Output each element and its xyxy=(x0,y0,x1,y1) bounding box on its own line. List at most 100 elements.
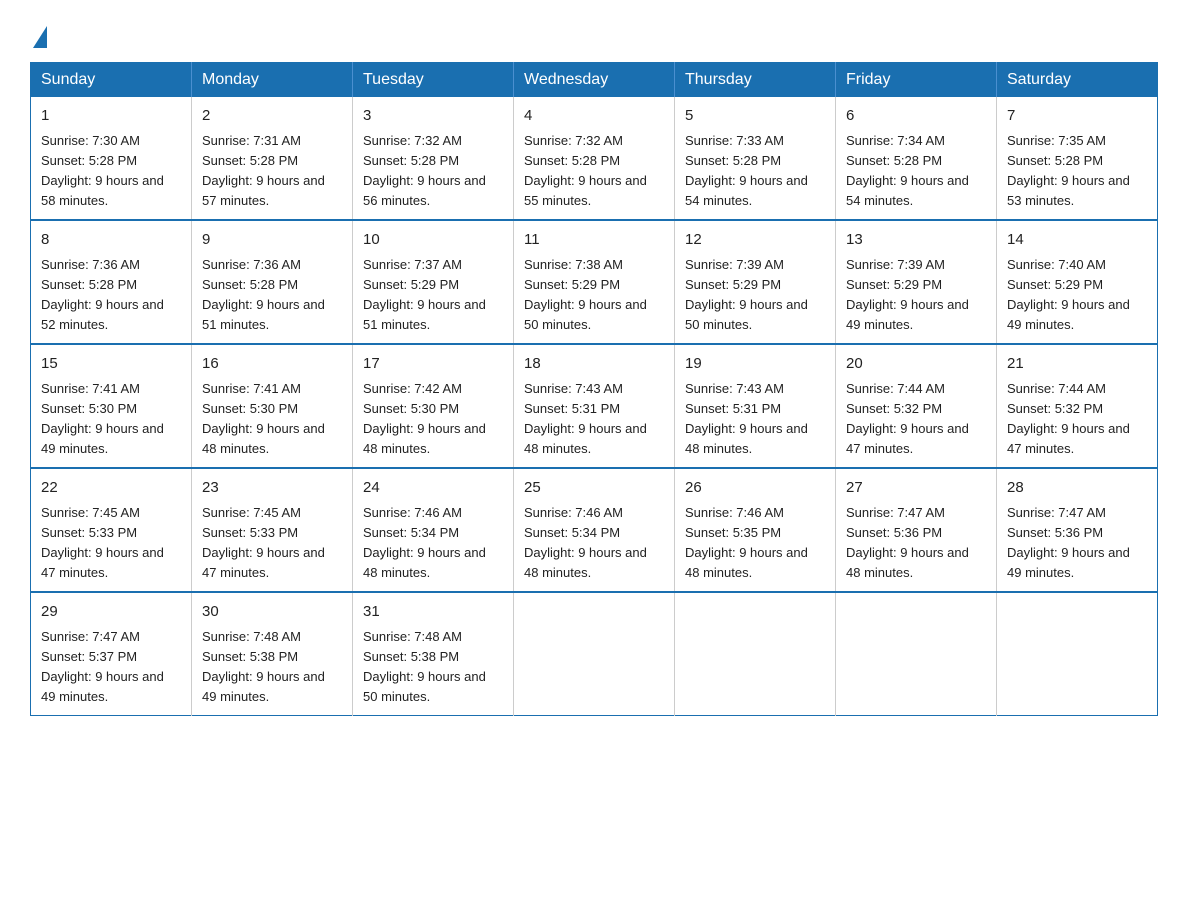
calendar-week-row: 8 Sunrise: 7:36 AMSunset: 5:28 PMDayligh… xyxy=(31,220,1158,344)
day-number: 29 xyxy=(41,601,181,624)
calendar-day-cell: 15 Sunrise: 7:41 AMSunset: 5:30 PMDaylig… xyxy=(31,344,192,468)
day-number: 14 xyxy=(1007,229,1147,252)
day-info: Sunrise: 7:32 AMSunset: 5:28 PMDaylight:… xyxy=(363,131,503,212)
calendar-day-cell: 5 Sunrise: 7:33 AMSunset: 5:28 PMDayligh… xyxy=(675,97,836,220)
calendar-day-cell: 25 Sunrise: 7:46 AMSunset: 5:34 PMDaylig… xyxy=(514,468,675,592)
logo xyxy=(30,24,47,44)
day-info: Sunrise: 7:39 AMSunset: 5:29 PMDaylight:… xyxy=(846,255,986,336)
day-number: 2 xyxy=(202,105,342,128)
calendar-day-cell: 24 Sunrise: 7:46 AMSunset: 5:34 PMDaylig… xyxy=(353,468,514,592)
day-info: Sunrise: 7:37 AMSunset: 5:29 PMDaylight:… xyxy=(363,255,503,336)
day-info: Sunrise: 7:41 AMSunset: 5:30 PMDaylight:… xyxy=(202,379,342,460)
day-info: Sunrise: 7:44 AMSunset: 5:32 PMDaylight:… xyxy=(846,379,986,460)
calendar-day-cell: 21 Sunrise: 7:44 AMSunset: 5:32 PMDaylig… xyxy=(997,344,1158,468)
day-info: Sunrise: 7:42 AMSunset: 5:30 PMDaylight:… xyxy=(363,379,503,460)
day-info: Sunrise: 7:48 AMSunset: 5:38 PMDaylight:… xyxy=(202,627,342,708)
day-of-week-header: Friday xyxy=(836,63,997,98)
calendar-day-cell: 19 Sunrise: 7:43 AMSunset: 5:31 PMDaylig… xyxy=(675,344,836,468)
day-of-week-header: Tuesday xyxy=(353,63,514,98)
calendar-week-row: 15 Sunrise: 7:41 AMSunset: 5:30 PMDaylig… xyxy=(31,344,1158,468)
day-info: Sunrise: 7:47 AMSunset: 5:36 PMDaylight:… xyxy=(846,503,986,584)
calendar-day-cell xyxy=(675,592,836,716)
day-info: Sunrise: 7:43 AMSunset: 5:31 PMDaylight:… xyxy=(524,379,664,460)
day-number: 22 xyxy=(41,477,181,500)
day-info: Sunrise: 7:40 AMSunset: 5:29 PMDaylight:… xyxy=(1007,255,1147,336)
day-number: 13 xyxy=(846,229,986,252)
calendar-day-cell: 28 Sunrise: 7:47 AMSunset: 5:36 PMDaylig… xyxy=(997,468,1158,592)
day-info: Sunrise: 7:32 AMSunset: 5:28 PMDaylight:… xyxy=(524,131,664,212)
day-number: 30 xyxy=(202,601,342,624)
day-number: 28 xyxy=(1007,477,1147,500)
day-number: 15 xyxy=(41,353,181,376)
day-info: Sunrise: 7:45 AMSunset: 5:33 PMDaylight:… xyxy=(41,503,181,584)
day-info: Sunrise: 7:30 AMSunset: 5:28 PMDaylight:… xyxy=(41,131,181,212)
day-number: 19 xyxy=(685,353,825,376)
day-info: Sunrise: 7:47 AMSunset: 5:36 PMDaylight:… xyxy=(1007,503,1147,584)
day-number: 3 xyxy=(363,105,503,128)
calendar-day-cell: 30 Sunrise: 7:48 AMSunset: 5:38 PMDaylig… xyxy=(192,592,353,716)
day-info: Sunrise: 7:38 AMSunset: 5:29 PMDaylight:… xyxy=(524,255,664,336)
calendar-day-cell: 20 Sunrise: 7:44 AMSunset: 5:32 PMDaylig… xyxy=(836,344,997,468)
day-info: Sunrise: 7:41 AMSunset: 5:30 PMDaylight:… xyxy=(41,379,181,460)
calendar-day-cell: 3 Sunrise: 7:32 AMSunset: 5:28 PMDayligh… xyxy=(353,97,514,220)
calendar-day-cell: 26 Sunrise: 7:46 AMSunset: 5:35 PMDaylig… xyxy=(675,468,836,592)
calendar-table: SundayMondayTuesdayWednesdayThursdayFrid… xyxy=(30,62,1158,716)
day-of-week-header: Wednesday xyxy=(514,63,675,98)
logo-triangle-icon xyxy=(33,26,47,48)
calendar-day-cell: 29 Sunrise: 7:47 AMSunset: 5:37 PMDaylig… xyxy=(31,592,192,716)
calendar-day-cell: 4 Sunrise: 7:32 AMSunset: 5:28 PMDayligh… xyxy=(514,97,675,220)
day-number: 21 xyxy=(1007,353,1147,376)
day-of-week-header: Sunday xyxy=(31,63,192,98)
day-info: Sunrise: 7:47 AMSunset: 5:37 PMDaylight:… xyxy=(41,627,181,708)
day-number: 11 xyxy=(524,229,664,252)
calendar-week-row: 1 Sunrise: 7:30 AMSunset: 5:28 PMDayligh… xyxy=(31,97,1158,220)
day-number: 4 xyxy=(524,105,664,128)
day-info: Sunrise: 7:43 AMSunset: 5:31 PMDaylight:… xyxy=(685,379,825,460)
day-number: 17 xyxy=(363,353,503,376)
day-info: Sunrise: 7:39 AMSunset: 5:29 PMDaylight:… xyxy=(685,255,825,336)
day-info: Sunrise: 7:34 AMSunset: 5:28 PMDaylight:… xyxy=(846,131,986,212)
calendar-day-cell: 27 Sunrise: 7:47 AMSunset: 5:36 PMDaylig… xyxy=(836,468,997,592)
day-number: 9 xyxy=(202,229,342,252)
day-info: Sunrise: 7:44 AMSunset: 5:32 PMDaylight:… xyxy=(1007,379,1147,460)
calendar-day-cell: 10 Sunrise: 7:37 AMSunset: 5:29 PMDaylig… xyxy=(353,220,514,344)
calendar-day-cell: 8 Sunrise: 7:36 AMSunset: 5:28 PMDayligh… xyxy=(31,220,192,344)
day-number: 16 xyxy=(202,353,342,376)
calendar-day-cell: 31 Sunrise: 7:48 AMSunset: 5:38 PMDaylig… xyxy=(353,592,514,716)
day-info: Sunrise: 7:36 AMSunset: 5:28 PMDaylight:… xyxy=(202,255,342,336)
calendar-day-cell: 1 Sunrise: 7:30 AMSunset: 5:28 PMDayligh… xyxy=(31,97,192,220)
page-header xyxy=(30,24,1158,44)
calendar-day-cell xyxy=(997,592,1158,716)
calendar-week-row: 29 Sunrise: 7:47 AMSunset: 5:37 PMDaylig… xyxy=(31,592,1158,716)
day-info: Sunrise: 7:35 AMSunset: 5:28 PMDaylight:… xyxy=(1007,131,1147,212)
calendar-day-cell xyxy=(514,592,675,716)
day-info: Sunrise: 7:48 AMSunset: 5:38 PMDaylight:… xyxy=(363,627,503,708)
day-number: 23 xyxy=(202,477,342,500)
calendar-day-cell: 2 Sunrise: 7:31 AMSunset: 5:28 PMDayligh… xyxy=(192,97,353,220)
calendar-day-cell: 11 Sunrise: 7:38 AMSunset: 5:29 PMDaylig… xyxy=(514,220,675,344)
day-info: Sunrise: 7:46 AMSunset: 5:35 PMDaylight:… xyxy=(685,503,825,584)
calendar-day-cell: 17 Sunrise: 7:42 AMSunset: 5:30 PMDaylig… xyxy=(353,344,514,468)
day-of-week-header: Monday xyxy=(192,63,353,98)
day-info: Sunrise: 7:46 AMSunset: 5:34 PMDaylight:… xyxy=(363,503,503,584)
day-number: 8 xyxy=(41,229,181,252)
day-info: Sunrise: 7:31 AMSunset: 5:28 PMDaylight:… xyxy=(202,131,342,212)
day-number: 31 xyxy=(363,601,503,624)
day-number: 18 xyxy=(524,353,664,376)
day-number: 24 xyxy=(363,477,503,500)
calendar-day-cell: 23 Sunrise: 7:45 AMSunset: 5:33 PMDaylig… xyxy=(192,468,353,592)
day-info: Sunrise: 7:45 AMSunset: 5:33 PMDaylight:… xyxy=(202,503,342,584)
day-number: 6 xyxy=(846,105,986,128)
calendar-day-cell: 9 Sunrise: 7:36 AMSunset: 5:28 PMDayligh… xyxy=(192,220,353,344)
calendar-day-cell: 22 Sunrise: 7:45 AMSunset: 5:33 PMDaylig… xyxy=(31,468,192,592)
calendar-day-cell: 7 Sunrise: 7:35 AMSunset: 5:28 PMDayligh… xyxy=(997,97,1158,220)
calendar-day-cell: 16 Sunrise: 7:41 AMSunset: 5:30 PMDaylig… xyxy=(192,344,353,468)
day-number: 10 xyxy=(363,229,503,252)
calendar-week-row: 22 Sunrise: 7:45 AMSunset: 5:33 PMDaylig… xyxy=(31,468,1158,592)
day-info: Sunrise: 7:33 AMSunset: 5:28 PMDaylight:… xyxy=(685,131,825,212)
day-info: Sunrise: 7:36 AMSunset: 5:28 PMDaylight:… xyxy=(41,255,181,336)
calendar-day-cell: 6 Sunrise: 7:34 AMSunset: 5:28 PMDayligh… xyxy=(836,97,997,220)
calendar-day-cell xyxy=(836,592,997,716)
calendar-day-cell: 13 Sunrise: 7:39 AMSunset: 5:29 PMDaylig… xyxy=(836,220,997,344)
calendar-header-row: SundayMondayTuesdayWednesdayThursdayFrid… xyxy=(31,63,1158,98)
